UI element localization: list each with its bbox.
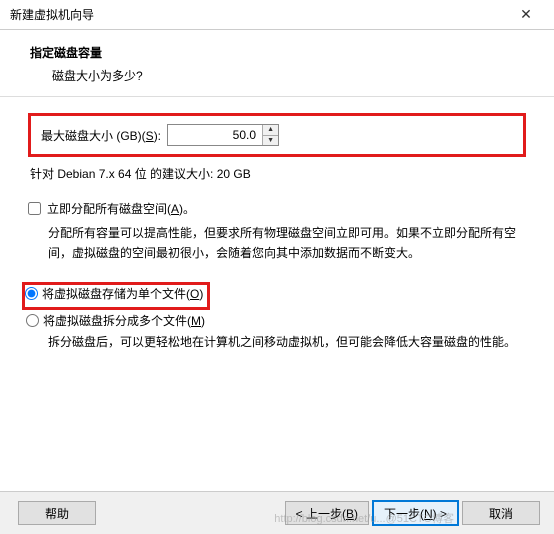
page-subtitle: 磁盘大小为多少?	[30, 67, 544, 84]
spinner-down-icon[interactable]: ▼	[263, 136, 278, 146]
wizard-header: 指定磁盘容量 磁盘大小为多少?	[0, 30, 554, 97]
store-single-radio[interactable]	[25, 287, 38, 300]
wizard-footer: 帮助 < 上一步(B) 下一步(N) > 取消	[0, 491, 554, 534]
highlight-single-file: 将虚拟磁盘存储为单个文件(O)	[22, 282, 210, 310]
help-button[interactable]: 帮助	[18, 501, 96, 525]
disk-size-input[interactable]	[168, 125, 262, 145]
store-split-radio[interactable]	[26, 314, 39, 327]
recommended-size: 针对 Debian 7.x 64 位 的建议大小: 20 GB	[30, 165, 526, 182]
store-split-desc: 拆分磁盘后，可以更轻松地在计算机之间移动虚拟机，但可能会降低大容量磁盘的性能。	[28, 332, 526, 352]
cancel-button[interactable]: 取消	[462, 501, 540, 525]
store-single-label: 将虚拟磁盘存储为单个文件(O)	[42, 285, 203, 302]
disk-size-spinner[interactable]: ▲ ▼	[167, 124, 279, 146]
next-button[interactable]: 下一步(N) >	[373, 501, 458, 525]
highlight-disk-size: 最大磁盘大小 (GB)(S): ▲ ▼	[28, 113, 526, 157]
close-icon[interactable]: ✕	[506, 1, 546, 29]
allocate-now-desc: 分配所有容量可以提高性能，但要求所有物理磁盘空间立即可用。如果不立即分配所有空间…	[28, 223, 526, 264]
back-button[interactable]: < 上一步(B)	[285, 501, 369, 525]
allocate-now-label: 立即分配所有磁盘空间(A)。	[47, 200, 195, 217]
page-title: 指定磁盘容量	[30, 44, 544, 61]
store-single-row[interactable]: 将虚拟磁盘存储为单个文件(O)	[25, 285, 203, 302]
allocate-now-checkbox[interactable]	[28, 202, 41, 215]
titlebar: 新建虚拟机向导 ✕	[0, 0, 554, 30]
window-title: 新建虚拟机向导	[10, 6, 94, 23]
store-split-row[interactable]: 将虚拟磁盘拆分成多个文件(M)	[26, 312, 526, 329]
store-split-label: 将虚拟磁盘拆分成多个文件(M)	[43, 312, 205, 329]
spinner-up-icon[interactable]: ▲	[263, 125, 278, 136]
content-area: 最大磁盘大小 (GB)(S): ▲ ▼ 针对 Debian 7.x 64 位 的…	[0, 97, 554, 362]
allocate-now-row[interactable]: 立即分配所有磁盘空间(A)。	[28, 200, 526, 217]
disk-size-label: 最大磁盘大小 (GB)(S):	[41, 127, 161, 144]
